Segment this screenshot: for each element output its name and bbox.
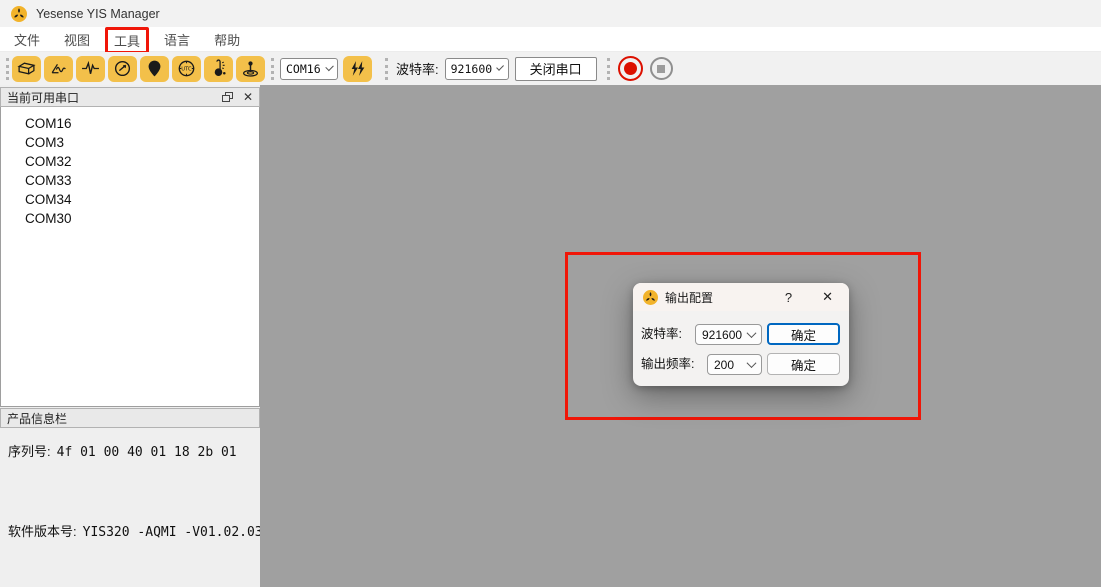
dialog-logo-icon [643, 290, 658, 305]
serial-number-label: 序列号: [8, 444, 51, 459]
product-info-body: 序列号: 4f 01 00 40 01 18 2b 01 软件版本号:YIS320… [0, 428, 260, 587]
menu-language[interactable]: 语言 [155, 27, 199, 52]
location-button[interactable] [140, 56, 169, 82]
app-window: Yesense YIS Manager 文件 视图 工具 语言 帮助 [0, 0, 1101, 587]
toolbar: UTC COM16 [0, 52, 1101, 85]
utc-clock-icon: UTC [177, 59, 196, 78]
port-select-value: COM16 [286, 62, 321, 76]
gauge-icon [113, 59, 132, 78]
menu-tools[interactable]: 工具 [105, 27, 149, 54]
title-bar: Yesense YIS Manager [0, 0, 1101, 27]
dialog-baud-select[interactable]: 921600 [695, 324, 762, 345]
angle-waveform-icon [49, 59, 68, 78]
software-version-value: YIS320 -AQMI -V01.02.03; [83, 525, 271, 540]
pulse-waveform-button[interactable] [76, 56, 105, 82]
dialog-freq-ok-button[interactable]: 确定 [767, 353, 840, 375]
serial-number-value: 4f 01 00 40 01 18 2b 01 [57, 445, 237, 460]
close-panel-icon[interactable]: ✕ [243, 90, 253, 104]
baud-rate-value: 921600 [451, 62, 493, 76]
menu-file[interactable]: 文件 [5, 27, 49, 52]
dialog-freq-label: 输出频率: [641, 354, 694, 375]
serial-port-list: COM16 COM3 COM32 COM33 COM34 COM30 [0, 107, 260, 407]
left-panel: 当前可用串口 ✕ COM16 COM3 COM32 COM33 COM34 CO… [0, 85, 260, 587]
chevron-down-icon [496, 63, 504, 71]
dialog-close-button[interactable]: ✕ [818, 289, 837, 305]
pulse-waveform-icon [81, 59, 100, 78]
dialog-title: 输出配置 [665, 289, 713, 306]
software-version-row: 软件版本号:YIS320 -AQMI -V01.02.03; [8, 521, 260, 540]
cube-button[interactable] [12, 56, 41, 82]
close-serial-port-button[interactable]: 关闭串口 [515, 57, 597, 81]
list-item-port[interactable]: COM34 [1, 190, 259, 209]
chevron-down-icon [747, 328, 757, 338]
chevron-down-icon [325, 63, 334, 72]
toolbar-drag-handle[interactable] [607, 58, 610, 80]
port-select[interactable]: COM16 [280, 58, 338, 80]
joystick-button[interactable] [236, 56, 265, 82]
available-ports-title: 当前可用串口 [7, 89, 212, 106]
app-logo-icon [11, 6, 27, 22]
available-ports-panel-header: 当前可用串口 ✕ [0, 87, 260, 107]
list-item-port[interactable]: COM16 [1, 114, 259, 133]
temperature-button[interactable] [204, 56, 233, 82]
dialog-title-bar: 输出配置 ? ✕ [633, 283, 849, 311]
angle-waveform-button[interactable] [44, 56, 73, 82]
float-panel-icon[interactable] [222, 92, 233, 103]
software-version-label: 软件版本号: [8, 524, 77, 539]
stop-button[interactable] [650, 57, 673, 80]
dialog-baud-label: 波特率: [641, 324, 682, 345]
cube-icon [17, 59, 36, 78]
dialog-baud-ok-button[interactable]: 确定 [767, 323, 840, 345]
chevron-down-icon [747, 358, 757, 368]
toolbar-drag-handle[interactable] [6, 58, 9, 80]
window-title: Yesense YIS Manager [36, 7, 160, 21]
dialog-baud-value: 921600 [702, 328, 742, 342]
dialog-freq-value: 200 [714, 358, 734, 372]
stop-icon [657, 65, 665, 73]
location-pin-icon [145, 59, 164, 78]
refresh-icon [348, 59, 367, 78]
gauge-button[interactable] [108, 56, 137, 82]
baud-rate-select[interactable]: 921600 [445, 58, 509, 80]
dialog-help-button[interactable]: ? [781, 290, 796, 305]
toolbar-drag-handle[interactable] [271, 58, 274, 80]
menu-bar: 文件 视图 工具 语言 帮助 [0, 27, 1101, 52]
utc-time-button[interactable]: UTC [172, 56, 201, 82]
list-item-port[interactable]: COM3 [1, 133, 259, 152]
baud-rate-label: 波特率: [396, 59, 439, 78]
list-item-port[interactable]: COM32 [1, 152, 259, 171]
toolbar-drag-handle[interactable] [385, 58, 388, 80]
list-item-port[interactable]: COM30 [1, 209, 259, 228]
dialog-freq-select[interactable]: 200 [707, 354, 762, 375]
svg-text:UTC: UTC [181, 67, 192, 73]
menu-help[interactable]: 帮助 [205, 27, 249, 52]
output-config-dialog: 输出配置 ? ✕ 波特率: 921600 确定 输出频率: 200 确定 [633, 283, 849, 386]
record-button[interactable] [618, 56, 643, 81]
joystick-icon [241, 59, 260, 78]
serial-number-row: 序列号: 4f 01 00 40 01 18 2b 01 [8, 441, 260, 460]
refresh-ports-button[interactable] [343, 56, 372, 82]
product-info-title: 产品信息栏 [7, 410, 253, 427]
list-item-port[interactable]: COM33 [1, 171, 259, 190]
record-icon [624, 62, 637, 75]
product-info-panel-header: 产品信息栏 [0, 408, 260, 428]
menu-view[interactable]: 视图 [55, 27, 99, 52]
thermometer-icon [209, 59, 228, 78]
